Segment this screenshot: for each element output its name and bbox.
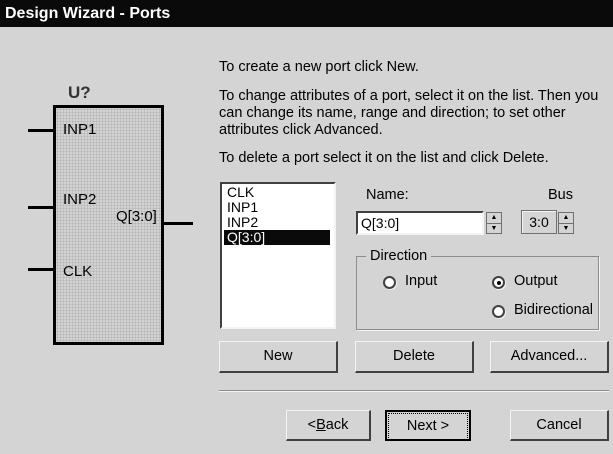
name-label: Name: — [366, 187, 409, 203]
pin-line-inp1 — [28, 129, 54, 132]
instruction-change: To change attributes of a port, select i… — [219, 88, 599, 138]
cancel-button-label: Cancel — [536, 417, 582, 433]
next-button[interactable]: Next > — [385, 410, 471, 441]
separator — [219, 390, 609, 392]
name-spin-button[interactable]: ▲ ▼ — [486, 212, 502, 234]
instruction-create: To create a new port click New. — [219, 59, 419, 75]
direction-label: Direction — [366, 248, 432, 264]
name-field[interactable]: Q[3:0] — [356, 211, 484, 235]
radio-input-label[interactable]: Input — [405, 273, 437, 289]
radio-bidirectional[interactable] — [492, 305, 505, 318]
delete-button[interactable]: Delete — [355, 341, 474, 373]
title-bar: Design Wizard - Ports — [0, 0, 613, 27]
bus-label: Bus — [548, 187, 573, 203]
spin-down-icon[interactable]: ▼ — [559, 224, 573, 234]
radio-bidirectional-label[interactable]: Bidirectional — [514, 302, 593, 318]
pin-line-inp2 — [28, 206, 54, 209]
pin-label-inp1: INP1 — [63, 121, 97, 138]
spin-up-icon[interactable]: ▲ — [487, 213, 501, 224]
new-button-label: New — [263, 348, 293, 364]
port-list-item[interactable]: INP1 — [224, 200, 330, 215]
spin-up-icon[interactable]: ▲ — [559, 213, 573, 224]
port-list-item[interactable]: CLK — [224, 185, 330, 200]
pin-label-inp2: INP2 — [63, 191, 97, 208]
next-button-label: Next > — [406, 418, 450, 434]
delete-button-label: Delete — [393, 348, 435, 364]
symbol-reference: U? — [68, 83, 91, 102]
radio-output[interactable] — [492, 276, 505, 289]
symbol-body — [53, 105, 164, 345]
instruction-delete: To delete a port select it on the list a… — [219, 150, 549, 166]
cancel-button[interactable]: Cancel — [510, 410, 609, 441]
window-title: Design Wizard - Ports — [5, 5, 171, 22]
port-list-item-selected[interactable]: Q[3:0] — [224, 230, 330, 245]
radio-output-label[interactable]: Output — [514, 273, 558, 289]
pin-line-q — [163, 222, 193, 225]
next-button-focus: Next > — [388, 413, 468, 440]
bus-field-value: 3:0 — [529, 214, 549, 230]
advanced-button[interactable]: Advanced... — [490, 341, 609, 373]
radio-input[interactable] — [383, 276, 396, 289]
pin-line-clk — [28, 268, 54, 271]
bus-spin-button[interactable]: ▲ ▼ — [558, 212, 574, 234]
pin-label-clk: CLK — [63, 263, 93, 280]
back-button-label: < Back — [307, 417, 349, 433]
advanced-button-label: Advanced... — [510, 348, 588, 364]
bus-field[interactable]: 3:0 — [521, 210, 557, 234]
back-button[interactable]: < Back — [286, 410, 371, 441]
port-list[interactable]: CLK INP1 INP2 Q[3:0] — [220, 182, 336, 329]
new-button[interactable]: New — [219, 341, 338, 373]
pin-label-q: Q[3:0] — [116, 208, 157, 225]
port-list-item[interactable]: INP2 — [224, 215, 330, 230]
name-field-value: Q[3:0] — [361, 215, 400, 231]
spin-down-icon[interactable]: ▼ — [487, 224, 501, 234]
direction-group — [356, 256, 599, 330]
